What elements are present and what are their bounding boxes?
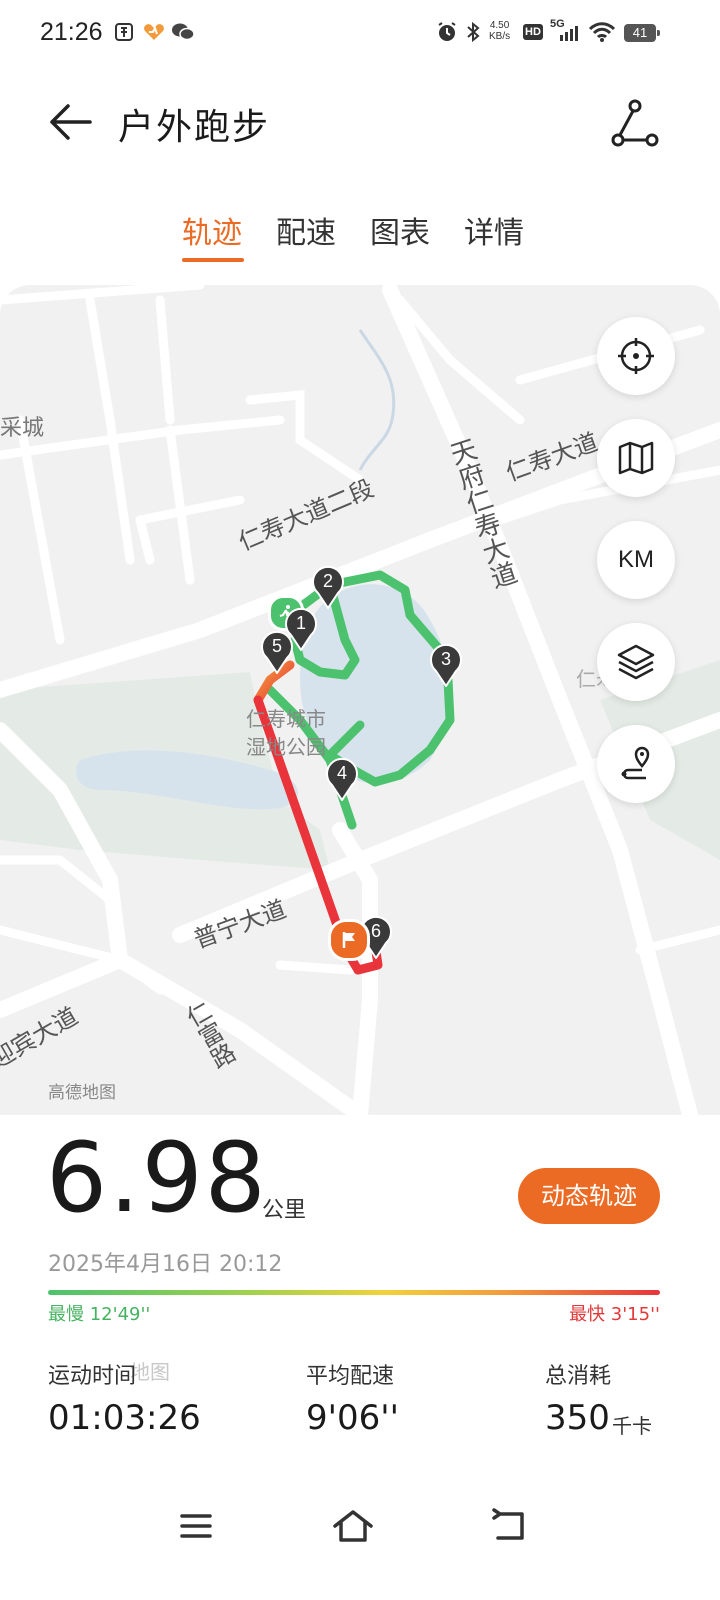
signal-label: 5G	[550, 18, 565, 30]
map-source-label: 高德地图	[48, 1083, 116, 1103]
net-speed-unit: KB/s	[489, 31, 511, 42]
tab-track[interactable]: 轨迹	[182, 208, 242, 252]
hd-label: HD	[523, 24, 543, 40]
page-title: 户外跑步	[118, 107, 271, 148]
km-marker-label: 2	[322, 571, 333, 591]
stat-label-duration: 运动时间	[48, 1364, 137, 1389]
route-pin-button[interactable]	[597, 725, 675, 803]
route-share-button[interactable]	[608, 96, 662, 150]
km-marker-label: 5	[271, 636, 282, 656]
stat-label-avg-pace: 平均配速	[306, 1364, 395, 1389]
map-label-park-line2: 湿地公园	[246, 735, 326, 759]
stat-value-calories: 350	[545, 1398, 610, 1438]
stat-unit-calories: 千卡	[612, 1414, 652, 1438]
alarm-icon	[434, 20, 460, 44]
bluetooth-icon	[462, 20, 484, 44]
return-icon	[492, 1508, 524, 1540]
km-marker[interactable]: 5	[260, 630, 294, 678]
menu-icon	[180, 1514, 212, 1538]
finish-flag-icon	[328, 919, 370, 961]
route-map[interactable]: 采城 仁寿大道二段 仁寿大道 天府仁寿大道 仁寿城市 湿地公园 普宁大道 迎宾大…	[0, 285, 720, 1115]
battery-indicator: 41	[624, 24, 660, 42]
wifi-icon	[588, 20, 616, 44]
distance-value: 6.98	[46, 1122, 268, 1234]
nav-menu-button[interactable]	[168, 1500, 224, 1552]
workout-datetime: 2025年4月16日 20:12	[48, 1252, 283, 1277]
nav-back-button[interactable]	[482, 1500, 538, 1552]
active-tab-indicator	[182, 258, 244, 262]
km-marker-label: 4	[336, 763, 347, 783]
status-time: 21:26	[40, 18, 103, 46]
stat-value-duration: 01:03:26	[48, 1398, 201, 1438]
locate-icon	[618, 338, 654, 374]
cellular-signal-icon: 5G	[548, 18, 584, 44]
slowest-pace-label: 最慢 12'49''	[48, 1304, 151, 1325]
map-type-button[interactable]	[597, 419, 675, 497]
km-marker[interactable]: 3	[429, 643, 463, 691]
net-speed-value: 4.50	[489, 20, 510, 31]
tab-bar: 轨迹 配速 图表 详情	[0, 208, 720, 268]
back-button[interactable]	[46, 98, 94, 146]
distance-unit: 公里	[262, 1198, 307, 1223]
heart-notification-icon	[142, 20, 166, 44]
dynamic-track-button[interactable]: 动态轨迹	[518, 1168, 660, 1224]
fastest-pace-label: 最快 3'15''	[569, 1304, 660, 1325]
net-speed: 4.50 KB/s	[489, 20, 510, 42]
hd-badge: HD	[522, 20, 544, 44]
home-icon	[333, 1510, 373, 1542]
pace-gradient-bar	[48, 1290, 660, 1295]
layers-icon	[617, 644, 655, 680]
wechat-icon	[170, 20, 196, 44]
route-nodes-icon	[611, 99, 659, 147]
route-pin-icon	[621, 746, 650, 780]
stat-value-avg-pace: 9'06''	[306, 1398, 399, 1438]
map-label-left-city: 采城	[0, 416, 45, 441]
app-notification-icon	[112, 20, 136, 44]
km-marker-label: 3	[440, 649, 451, 669]
tab-chart[interactable]: 图表	[370, 208, 430, 252]
km-toggle-button[interactable]: KM	[597, 521, 675, 599]
arrow-left-icon	[50, 104, 92, 140]
map-label-park-line1: 仁寿城市	[246, 707, 326, 731]
map-canvas	[0, 285, 720, 1115]
map-icon	[618, 441, 654, 475]
tab-details[interactable]: 详情	[464, 208, 524, 252]
km-marker[interactable]: 4	[325, 757, 359, 805]
stat-label-calories: 总消耗	[545, 1364, 612, 1389]
tab-pace[interactable]: 配速	[276, 208, 336, 252]
status-bar: 21:26 4.50 KB/s HD 5G 41	[0, 0, 720, 68]
km-marker[interactable]: 2	[311, 565, 345, 613]
locate-button[interactable]	[597, 317, 675, 395]
layers-button[interactable]	[597, 623, 675, 701]
nav-home-button[interactable]	[325, 1500, 381, 1552]
